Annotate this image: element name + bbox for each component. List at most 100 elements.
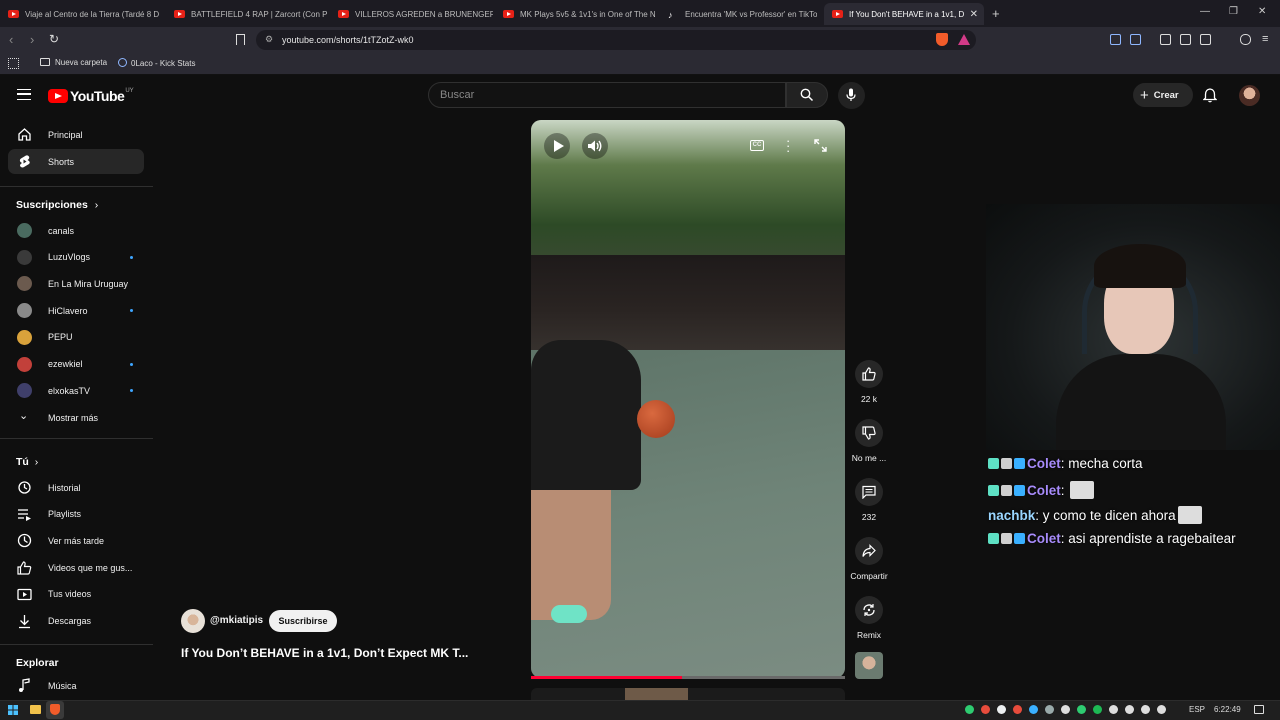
voice-search-button[interactable] (838, 82, 865, 109)
channel-name[interactable]: @mkiatipis (210, 615, 263, 626)
volume-button[interactable] (582, 133, 608, 159)
sidebar-channel-hiclavero[interactable]: HiClavero (8, 298, 144, 323)
video-frame-player (531, 340, 641, 490)
tray-app-icon[interactable] (1077, 705, 1086, 714)
video-progress-bar[interactable] (531, 676, 845, 679)
tab-3[interactable]: VILLEROS AGREDEN a BRUNENGER y (330, 3, 493, 25)
tab-6[interactable]: If You Don't BEHAVE in a 1v1, Do ✕ (824, 3, 984, 25)
spotify-icon[interactable] (1093, 705, 1102, 714)
sidebar-item-history[interactable]: Historial (8, 475, 144, 500)
apps-grid-icon[interactable] (8, 58, 19, 69)
close-tab-icon[interactable]: ✕ (964, 9, 984, 20)
short-title[interactable]: If You Don’t BEHAVE in a 1v1, Don’t Expe… (181, 646, 468, 660)
sidebar-item-liked[interactable]: Videos que me gus... (8, 555, 144, 580)
url-field[interactable]: ⚙ youtube.com/shorts/1tTZotZ-wk0 (256, 30, 976, 50)
tray-app-icon[interactable] (965, 705, 974, 714)
account-avatar[interactable] (1239, 85, 1260, 106)
sidebar-item-shorts[interactable]: Shorts (8, 149, 144, 174)
brave-shields-icon[interactable] (936, 33, 948, 46)
sidebar-item-label: Ver más tarde (48, 535, 105, 546)
play-button[interactable] (544, 133, 570, 159)
forward-icon[interactable]: › (30, 32, 34, 47)
wallet-toolbar-icon[interactable] (1200, 34, 1211, 45)
close-window-button[interactable]: ✕ (1258, 6, 1266, 17)
sidebar-item-download[interactable]: Descargas (8, 609, 144, 634)
keyboard-language[interactable]: ESP (1189, 705, 1205, 714)
maximize-button[interactable]: ❐ (1229, 6, 1238, 17)
youtube-logo[interactable]: YouTube UY (48, 88, 134, 104)
search-icon (800, 88, 814, 102)
tray-app-icon[interactable] (1125, 705, 1134, 714)
tray-app-icon[interactable] (997, 705, 1006, 714)
short-video-player[interactable] (531, 120, 845, 678)
search-input[interactable] (429, 83, 785, 107)
chat-message: Colet: asi aprendiste a ragebaitear (988, 531, 1236, 546)
tray-record-icon[interactable] (981, 705, 990, 714)
sidebar-item-playlists[interactable]: Playlists (8, 502, 144, 527)
comments-button[interactable] (855, 478, 883, 506)
channel-avatar[interactable] (181, 609, 205, 633)
sidebar-channel-canals[interactable]: canals (8, 218, 144, 243)
music-icon[interactable] (1160, 34, 1171, 45)
sidebar-channel-elxokastv[interactable]: elxokasTV (8, 378, 144, 403)
tab-1[interactable]: Viaje al Centro de la Tierra (Tardé 8 D (0, 3, 164, 25)
explore-heading: Explorar (16, 657, 59, 669)
show-more-button[interactable]: ⌄ Mostrar más (8, 405, 144, 430)
sidebar-item-watch-later[interactable]: Ver más tarde (8, 528, 144, 553)
share-button[interactable] (855, 537, 883, 565)
sidebar-channel-pepu[interactable]: PEPU (8, 325, 144, 350)
notifications-bell-icon[interactable] (1203, 88, 1217, 103)
liked-icon (17, 561, 32, 575)
wallet-icon[interactable] (1130, 34, 1141, 45)
tray-app-icon[interactable] (1029, 705, 1038, 714)
tab-5[interactable]: ♪ Encuentra 'MK vs Professor' en TikTo (660, 3, 822, 25)
captions-icon[interactable]: CC (750, 140, 764, 151)
reload-icon[interactable]: ↻ (49, 32, 59, 46)
subscriptions-heading[interactable]: Suscripciones › (16, 199, 98, 211)
tray-mic-icon[interactable] (1109, 705, 1118, 714)
file-explorer-icon[interactable] (30, 705, 41, 714)
bookmark-folder[interactable]: Nueva carpeta (40, 58, 107, 67)
dislike-button[interactable] (855, 419, 883, 447)
sidebar-channel-ezewkiel[interactable]: ezewkiel (8, 352, 144, 377)
vpn-icon[interactable] (1240, 34, 1251, 45)
sidebar-item-music[interactable]: Música (8, 673, 144, 698)
you-heading[interactable]: Tú › (16, 456, 38, 468)
tab-4[interactable]: MK Plays 5v5 & 1v1's in One of The N (495, 3, 658, 25)
extension-icon[interactable] (1110, 34, 1121, 45)
tray-app-icon[interactable] (1061, 705, 1070, 714)
brave-rewards-icon[interactable] (958, 34, 970, 45)
audio-source-thumbnail[interactable] (855, 652, 883, 679)
tab-2[interactable]: BATTLEFIELD 4 RAP | Zarcort (Con Pi (166, 3, 328, 25)
sidebar-item-your-videos[interactable]: Tus videos (8, 582, 144, 607)
tray-app-icon[interactable] (1013, 705, 1022, 714)
site-info-icon[interactable]: ⚙ (265, 34, 273, 45)
chat-text: asi aprendiste a ragebaitear (1068, 531, 1236, 546)
windows-start-icon[interactable] (8, 705, 18, 715)
bookmark-kick-stats[interactable]: 0Laco - Kick Stats (118, 58, 195, 68)
back-icon[interactable]: ‹ (9, 32, 13, 47)
speaker-icon[interactable] (1157, 705, 1166, 714)
sidebar-channel-luzuvlogs[interactable]: LuzuVlogs (8, 245, 144, 270)
create-button[interactable]: + Crear (1133, 83, 1193, 107)
minimize-button[interactable]: — (1200, 6, 1210, 17)
clock[interactable]: 6:22:49 (1214, 705, 1241, 714)
sidebar-item-principal[interactable]: Principal (8, 122, 144, 147)
new-tab-button[interactable]: + (992, 6, 1000, 21)
search-box[interactable] (428, 82, 786, 108)
bookmark-icon[interactable] (236, 34, 245, 45)
like-button[interactable] (855, 360, 883, 388)
brave-taskbar-icon[interactable] (46, 701, 64, 719)
hamburger-menu-icon[interactable] (17, 89, 31, 100)
sidebar-toggle-icon[interactable] (1180, 34, 1191, 45)
more-options-icon[interactable]: · · · (786, 134, 791, 157)
subscribe-button[interactable]: Suscribirse (269, 610, 337, 632)
wifi-icon[interactable] (1141, 705, 1150, 714)
notifications-icon[interactable] (1254, 705, 1264, 714)
menu-icon[interactable]: ≡ (1262, 33, 1268, 45)
sidebar-channel-en-la-mira-uruguay[interactable]: En La Mira Uruguay (8, 271, 144, 296)
tray-app-icon[interactable] (1045, 705, 1054, 714)
search-button[interactable] (786, 82, 828, 108)
fullscreen-icon[interactable] (814, 139, 827, 152)
remix-button[interactable] (855, 596, 883, 624)
